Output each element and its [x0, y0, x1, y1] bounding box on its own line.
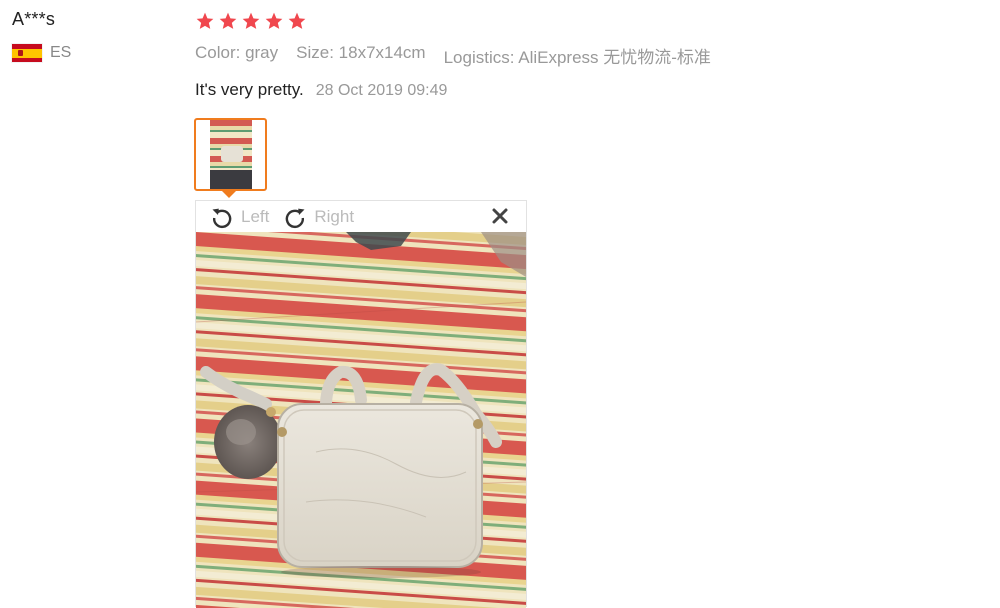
- rotate-left-button[interactable]: Left: [210, 205, 269, 229]
- star-icon: [264, 11, 284, 31]
- thumbnail-frame[interactable]: [194, 118, 267, 191]
- viewer-toolbar: Left Right: [196, 201, 526, 232]
- review-photo-thumbnail[interactable]: [194, 118, 267, 198]
- logistics-attribute: Logistics: AliExpress 无忧物流-标准: [443, 48, 711, 67]
- rotate-right-icon: [283, 205, 307, 229]
- color-attribute: Color: gray: [195, 43, 279, 62]
- reviewer-info: A***s ES: [12, 9, 182, 62]
- star-icon: [287, 11, 307, 31]
- reviewer-name: A***s: [12, 9, 56, 29]
- rotate-left-icon: [210, 205, 234, 229]
- rotate-right-button[interactable]: Right: [283, 205, 354, 229]
- country-code: ES: [50, 44, 72, 61]
- spain-flag-icon: [12, 44, 42, 62]
- selected-caret-icon: [221, 190, 237, 198]
- review-content: It's very pretty. 28 Oct 2019 09:49: [195, 80, 990, 100]
- rotate-left-label: Left: [241, 206, 270, 226]
- photo-viewer: Left Right: [195, 200, 527, 608]
- reviewer-country: ES: [12, 44, 182, 62]
- star-icon: [241, 11, 261, 31]
- review-text: It's very pretty.: [195, 80, 304, 99]
- star-icon: [218, 11, 238, 31]
- review-date: 28 Oct 2019 09:49: [315, 82, 448, 99]
- thumbnail-image[interactable]: [209, 120, 252, 189]
- review-photo-large: [196, 232, 526, 608]
- review-attributes: Color: gray Size: 18x7x14cm Logistics: A…: [195, 43, 990, 68]
- close-icon[interactable]: [490, 206, 510, 226]
- star-icon: [195, 11, 215, 31]
- star-rating: [195, 9, 990, 33]
- review-body: Color: gray Size: 18x7x14cm Logistics: A…: [195, 9, 990, 100]
- rotate-right-label: Right: [314, 206, 355, 226]
- size-attribute: Size: 18x7x14cm: [296, 43, 426, 62]
